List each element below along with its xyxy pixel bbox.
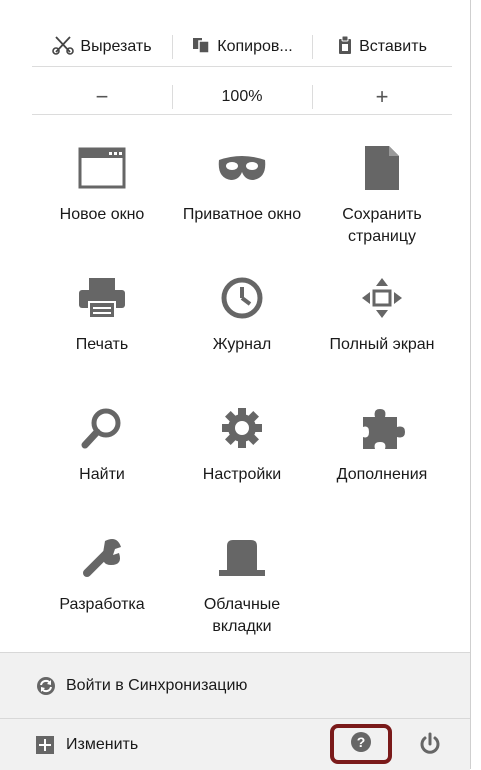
developer-button[interactable]: Разработка [32, 524, 172, 654]
history-button[interactable]: Журнал [172, 264, 312, 394]
find-button[interactable]: Найти [32, 394, 172, 524]
clipboard-icon [337, 35, 353, 60]
plus-box-icon [36, 735, 54, 754]
tool-label: Разработка [59, 596, 145, 613]
history-clock-icon [214, 268, 270, 328]
new-window-icon [74, 138, 130, 198]
search-icon [74, 398, 130, 458]
tool-label: Журнал [212, 336, 272, 353]
help-icon: ? [350, 731, 372, 758]
gear-icon [214, 398, 270, 458]
svg-text:?: ? [357, 734, 366, 750]
save-page-icon [354, 138, 410, 198]
zoom-out-button[interactable]: − [32, 80, 172, 114]
tool-label: Дополнения [336, 466, 428, 483]
print-button[interactable]: Печать [32, 264, 172, 394]
app-menu-panel: Вырезать Копиров... Вставить − 100% + Но… [0, 0, 481, 770]
save-page-button[interactable]: Сохранить страницу [312, 134, 452, 264]
quit-button[interactable] [413, 729, 447, 763]
tool-label: Сохранить страницу [342, 206, 422, 245]
copy-button[interactable]: Копиров... [172, 28, 312, 66]
settings-button[interactable]: Настройки [172, 394, 312, 524]
cut-button[interactable]: Вырезать [32, 28, 172, 66]
copy-icon [191, 36, 211, 59]
paste-button[interactable]: Вставить [312, 28, 452, 66]
zoom-in-button[interactable]: + [312, 80, 452, 114]
printer-icon [74, 268, 130, 328]
wrench-icon [74, 528, 130, 588]
tool-label: Облачные вкладки [203, 596, 281, 635]
paste-label: Вставить [359, 38, 427, 55]
private-mask-icon [214, 138, 270, 198]
power-icon [418, 732, 442, 761]
new-window-button[interactable]: Новое окно [32, 134, 172, 264]
tool-label: Новое окно [59, 206, 145, 223]
copy-label: Копиров... [217, 38, 293, 55]
zoom-reset-button[interactable]: 100% [172, 80, 312, 114]
cloud-tabs-button[interactable]: Облачные вкладки [172, 524, 312, 654]
cut-label: Вырезать [80, 38, 152, 55]
sync-label: Войти в Синхронизацию [66, 676, 248, 694]
fullscreen-icon [354, 268, 410, 328]
footer-bar: Изменить ? [0, 718, 470, 770]
tool-grid: Новое окно Приватное окно Сохранить стра… [32, 134, 452, 654]
tool-label: Полный экран [329, 336, 435, 353]
sync-icon [36, 676, 56, 696]
cloud-tabs-icon [214, 528, 270, 588]
private-window-button[interactable]: Приватное окно [172, 134, 312, 264]
scissors-icon [52, 35, 75, 60]
puzzle-icon [354, 398, 410, 458]
edit-controls: Вырезать Копиров... Вставить [32, 28, 452, 67]
panel-border [470, 0, 471, 769]
tool-label: Найти [79, 466, 125, 483]
addons-button[interactable]: Дополнения [312, 394, 452, 524]
zoom-controls: − 100% + [32, 80, 452, 115]
tool-label: Настройки [202, 466, 282, 483]
customize-label: Изменить [66, 735, 139, 753]
sync-button[interactable]: Войти в Синхронизацию [0, 652, 470, 718]
customize-button[interactable]: Изменить [36, 735, 139, 754]
tool-label: Печать [75, 336, 129, 353]
help-button[interactable]: ? [330, 724, 392, 764]
tool-label: Приватное окно [182, 206, 302, 223]
fullscreen-button[interactable]: Полный экран [312, 264, 452, 394]
